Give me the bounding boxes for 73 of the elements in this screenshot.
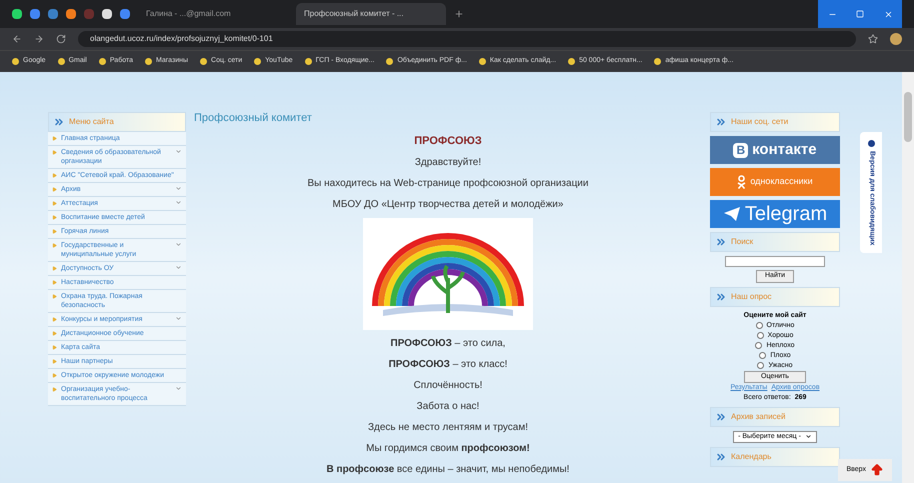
radio-button[interactable] bbox=[755, 342, 762, 349]
block-title: Наши соц. сети bbox=[731, 116, 788, 128]
bullet-icon bbox=[52, 136, 57, 141]
block-title: Меню сайта bbox=[69, 116, 114, 128]
bullet-icon bbox=[52, 243, 57, 248]
content-text: МБОУ ДО «Центр творчества детей и молодёжи» bbox=[332, 198, 564, 212]
bullet-icon bbox=[52, 331, 57, 336]
bullet-icon bbox=[52, 359, 57, 364]
page-heading: Профсоюзный комитет bbox=[194, 111, 312, 126]
slogan-text: ПРОФСОЮЗ – это сила, bbox=[390, 337, 506, 351]
close-icon bbox=[884, 10, 892, 18]
maximize-icon bbox=[856, 10, 864, 18]
chevron-icon bbox=[715, 451, 727, 463]
block-title: Календарь bbox=[731, 451, 772, 463]
browser-tab[interactable]: Профсоюзный комитет - ... bbox=[296, 3, 446, 25]
bullet-icon bbox=[52, 201, 57, 206]
profile-avatar[interactable] bbox=[890, 33, 902, 45]
address-field[interactable]: olangedut.ucoz.ru/index/profsojuznyj_komitet/0-101 bbox=[78, 31, 856, 47]
bullet-icon bbox=[52, 294, 57, 299]
chevron-icon bbox=[715, 116, 727, 128]
bullet-icon bbox=[52, 387, 57, 392]
bookmark-icon bbox=[654, 58, 662, 65]
slogan-text: Сплочённость! bbox=[414, 379, 482, 393]
bookmark-icon bbox=[58, 58, 65, 65]
bookmark-icon bbox=[12, 58, 19, 65]
block-title: Наш опрос bbox=[731, 290, 772, 302]
radio-button[interactable] bbox=[756, 332, 764, 339]
radio-button[interactable] bbox=[759, 352, 766, 359]
radio-button[interactable] bbox=[756, 322, 763, 329]
bullet-icon bbox=[52, 187, 57, 192]
bullet-icon bbox=[52, 317, 57, 322]
bookmark-icon bbox=[304, 58, 312, 65]
block-title: Архив записей bbox=[731, 410, 786, 422]
bookmark-icon bbox=[254, 58, 262, 65]
paper-plane-icon bbox=[722, 206, 741, 222]
radio-button[interactable] bbox=[757, 362, 764, 369]
bookmark-icon bbox=[200, 58, 208, 65]
slogan-text: Здесь не место лентяям и трусам! bbox=[368, 421, 528, 435]
person-icon bbox=[737, 175, 746, 189]
slogan-text: В профсоюзе все едины – значит, мы непобедимы! bbox=[326, 463, 570, 477]
block-title: Поиск bbox=[731, 236, 754, 248]
bullet-icon bbox=[52, 150, 57, 155]
bookmark-icon bbox=[98, 58, 106, 65]
bookmark-icon bbox=[478, 58, 486, 65]
reload-icon[interactable] bbox=[56, 34, 66, 44]
new-tab-icon[interactable] bbox=[454, 9, 464, 19]
bullet-icon bbox=[52, 229, 57, 234]
bookmark-icon bbox=[144, 58, 152, 65]
slogan-text: Забота о нас! bbox=[416, 400, 480, 414]
slogan-text: Мы гордимся своим профсоюзом! bbox=[366, 442, 530, 456]
caret-icon bbox=[804, 433, 812, 440]
bullet-icon bbox=[52, 280, 57, 285]
forward-icon[interactable] bbox=[34, 34, 44, 44]
bullet-icon bbox=[52, 345, 57, 350]
vk-button[interactable]: В контакте bbox=[710, 136, 840, 164]
bookmark-icon bbox=[568, 58, 576, 65]
bullet-icon bbox=[52, 373, 57, 378]
bullet-icon bbox=[52, 266, 57, 271]
bookmark-icon bbox=[386, 58, 394, 65]
chevron-icon bbox=[53, 116, 65, 128]
bullet-icon bbox=[52, 215, 57, 220]
content-title: ПРОФСОЮЗ bbox=[414, 134, 482, 148]
chevron-icon bbox=[715, 236, 727, 248]
up-arrow-icon bbox=[870, 463, 884, 477]
content-text: Вы находитесь на Web-странице профсоюзной организации bbox=[308, 177, 588, 191]
browser-tab[interactable]: Галина - ...@gmail.com bbox=[138, 3, 288, 25]
back-icon[interactable] bbox=[12, 34, 22, 44]
content-text: Здравствуйте! bbox=[414, 156, 482, 170]
slogan-text: ПРОФСОЮЗ – это класс! bbox=[388, 358, 508, 372]
bullet-icon bbox=[52, 173, 57, 178]
star-icon[interactable] bbox=[868, 34, 878, 44]
search-field[interactable] bbox=[725, 256, 825, 267]
telegram-button[interactable]: Telegram bbox=[710, 200, 840, 228]
